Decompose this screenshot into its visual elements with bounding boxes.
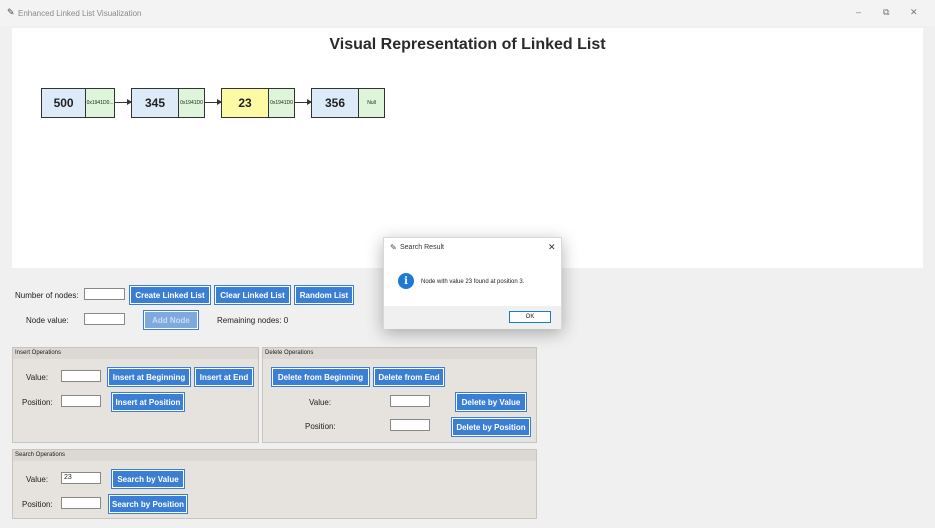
insert-at-position-button[interactable]: Insert at Position [111, 392, 185, 412]
list-node: 23 0x1941D0 [221, 88, 295, 118]
close-icon[interactable]: ✕ [910, 7, 918, 18]
delete-value-label: Value: [309, 398, 332, 407]
info-icon: i [398, 273, 414, 289]
search-result-dialog: ✎ Search Result ✕ i Node with value 23 f… [383, 237, 562, 329]
list-node: 356 Null [311, 88, 385, 118]
node-value-input[interactable] [84, 313, 125, 325]
delete-position-input[interactable] [390, 419, 430, 431]
insert-operations-header: Insert Operations [13, 348, 258, 359]
search-operations-header: Search Operations [13, 450, 536, 461]
dialog-close-icon[interactable]: ✕ [548, 242, 556, 253]
node-arrow [205, 99, 222, 105]
delete-value-input[interactable] [390, 395, 430, 407]
node-pointer: 0x1941D0... [86, 89, 114, 117]
linked-list-canvas: Visual Representation of Linked List 500… [12, 28, 923, 268]
window-title-bar: ✎ Enhanced Linked List Visualization – ⧉… [0, 0, 935, 26]
list-node: 500 0x1941D0... [41, 88, 115, 118]
feather-icon: ✎ [7, 7, 15, 17]
delete-operations-header: Delete Operations [263, 348, 536, 359]
search-position-input[interactable] [61, 497, 101, 509]
insert-position-label: Position: [22, 398, 53, 407]
random-list-button[interactable]: Random List [294, 285, 354, 305]
node-pointer: Null [359, 89, 384, 117]
search-position-label: Position: [22, 500, 53, 509]
minimize-icon[interactable]: – [856, 7, 861, 17]
node-value: 23 [222, 89, 270, 117]
node-pointer: 0x1941D0 [179, 89, 204, 117]
ok-button[interactable]: OK [509, 311, 551, 323]
number-of-nodes-label: Number of nodes: [15, 291, 79, 300]
search-by-position-button[interactable]: Search by Position [108, 494, 188, 514]
feather-icon: ✎ [390, 243, 397, 252]
add-node-button[interactable]: Add Node [143, 310, 199, 330]
node-arrow [295, 99, 312, 105]
delete-by-position-button[interactable]: Delete by Position [451, 417, 531, 437]
delete-operations-group: Delete Operations Delete from Beginning … [262, 347, 537, 443]
insert-at-beginning-button[interactable]: Insert at Beginning [107, 367, 191, 387]
node-value: 500 [42, 89, 87, 117]
remaining-nodes-label: Remaining nodes: 0 [217, 316, 289, 325]
number-of-nodes-input[interactable] [84, 288, 125, 300]
node-arrow [115, 99, 132, 105]
maximize-icon[interactable]: ⧉ [883, 7, 889, 18]
search-operations-group: Search Operations Value: 23 Search by Va… [12, 449, 537, 519]
insert-value-label: Value: [26, 373, 49, 382]
node-value: 345 [132, 89, 180, 117]
window-title: Enhanced Linked List Visualization [18, 9, 142, 18]
list-node: 345 0x1941D0 [131, 88, 205, 118]
search-by-value-button[interactable]: Search by Value [111, 469, 185, 489]
canvas-title: Visual Representation of Linked List [329, 36, 606, 53]
insert-value-input[interactable] [61, 370, 101, 382]
delete-position-label: Position: [305, 422, 336, 431]
dialog-message: Node with value 23 found at position 3. [421, 279, 525, 285]
node-value: 356 [312, 89, 360, 117]
clear-linked-list-button[interactable]: Clear Linked List [214, 285, 291, 305]
insert-at-end-button[interactable]: Insert at End [194, 367, 254, 387]
delete-by-value-button[interactable]: Delete by Value [455, 392, 527, 412]
delete-from-beginning-button[interactable]: Delete from Beginning [271, 367, 370, 387]
insert-operations-group: Insert Operations Value: Insert at Begin… [12, 347, 259, 443]
search-value-label: Value: [26, 475, 49, 484]
delete-from-end-button[interactable]: Delete from End [373, 367, 445, 387]
dialog-title: Search Result [400, 244, 444, 251]
node-pointer: 0x1941D0 [269, 89, 294, 117]
create-linked-list-button[interactable]: Create Linked List [129, 285, 211, 305]
search-value-input[interactable]: 23 [61, 472, 101, 484]
insert-position-input[interactable] [61, 395, 101, 407]
node-value-label: Node value: [26, 316, 69, 325]
